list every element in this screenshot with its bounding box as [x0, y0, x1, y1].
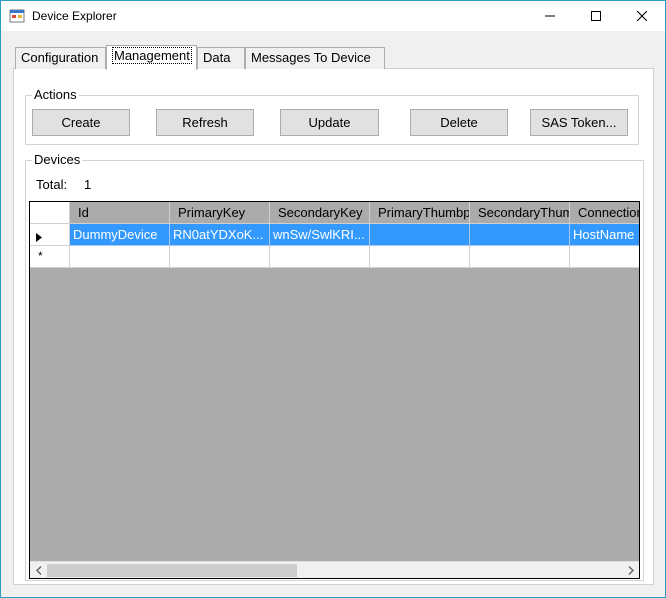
tab-label: Configuration	[21, 50, 99, 65]
actions-group-title: Actions	[32, 87, 79, 102]
maximize-icon	[591, 9, 601, 24]
column-header-id[interactable]: Id	[70, 202, 170, 224]
column-header-connection-string[interactable]: ConnectionString	[570, 202, 639, 224]
new-row-marker: *	[38, 249, 43, 263]
chevron-left-icon	[35, 563, 42, 578]
minimize-icon	[545, 9, 555, 24]
chevron-right-icon	[628, 563, 634, 578]
tab-management[interactable]: Management	[106, 45, 197, 70]
new-cell[interactable]	[470, 246, 570, 268]
close-icon	[636, 9, 648, 24]
column-header-secondary-key[interactable]: SecondaryKey	[270, 202, 370, 224]
scroll-right-button[interactable]	[622, 562, 639, 578]
scroll-left-button[interactable]	[30, 562, 47, 578]
column-header-secondary-thumbprint[interactable]: SecondaryThumbprint	[470, 202, 570, 224]
title-bar[interactable]: Device Explorer	[1, 1, 665, 31]
device-explorer-window: Device Explorer Actions Create Refresh U…	[0, 0, 666, 598]
window-title: Device Explorer	[32, 9, 117, 23]
row-pointer-icon	[36, 230, 42, 245]
horizontal-scrollbar[interactable]	[30, 561, 639, 578]
cell-primary-thumbprint[interactable]	[370, 224, 470, 246]
update-button[interactable]: Update	[280, 109, 379, 136]
close-button[interactable]	[619, 1, 665, 31]
tab-label: Data	[203, 50, 231, 65]
cell-primary-key[interactable]: RN0atYDXoK...	[170, 224, 270, 246]
cell-id[interactable]: DummyDevice	[70, 224, 170, 246]
new-cell[interactable]	[270, 246, 370, 268]
cell-connection-string[interactable]: HostName	[570, 224, 639, 246]
row-header[interactable]	[30, 224, 70, 246]
new-cell[interactable]	[370, 246, 470, 268]
table-row[interactable]: DummyDevice RN0atYDXoK... wnSw/SwlKRI...…	[30, 224, 639, 246]
new-cell[interactable]	[570, 246, 639, 268]
tab-data[interactable]: Data	[197, 47, 245, 69]
devices-group-title: Devices	[32, 152, 83, 167]
refresh-button[interactable]: Refresh	[156, 109, 254, 136]
actions-groupbox: Actions Create Refresh Update Delete SAS…	[25, 87, 639, 145]
row-header[interactable]: *	[30, 246, 70, 268]
scrollbar-thumb[interactable]	[47, 564, 297, 577]
new-cell[interactable]	[170, 246, 270, 268]
total-value: 1	[84, 177, 92, 192]
cell-secondary-key[interactable]: wnSw/SwlKRI...	[270, 224, 370, 246]
maximize-button[interactable]	[573, 1, 619, 31]
column-header-primary-thumbprint[interactable]: PrimaryThumbprint	[370, 202, 470, 224]
devices-grid[interactable]: Id PrimaryKey SecondaryKey PrimaryThumbp…	[29, 201, 640, 579]
new-row[interactable]: *	[30, 246, 639, 268]
tab-configuration[interactable]: Configuration	[15, 47, 106, 69]
column-header-primary-key[interactable]: PrimaryKey	[170, 202, 270, 224]
tab-label: Messages To Device	[251, 50, 371, 65]
grid-corner-cell[interactable]	[30, 202, 70, 224]
new-cell[interactable]	[70, 246, 170, 268]
minimize-button[interactable]	[527, 1, 573, 31]
app-icon	[9, 8, 25, 24]
tab-messages-to-device[interactable]: Messages To Device	[245, 47, 385, 69]
delete-button[interactable]: Delete	[410, 109, 508, 136]
create-button[interactable]: Create	[32, 109, 130, 136]
total-label: Total:	[36, 177, 68, 192]
cell-secondary-thumbprint[interactable]	[470, 224, 570, 246]
sas-token-button[interactable]: SAS Token...	[530, 109, 628, 136]
tab-label: Management	[112, 47, 192, 64]
